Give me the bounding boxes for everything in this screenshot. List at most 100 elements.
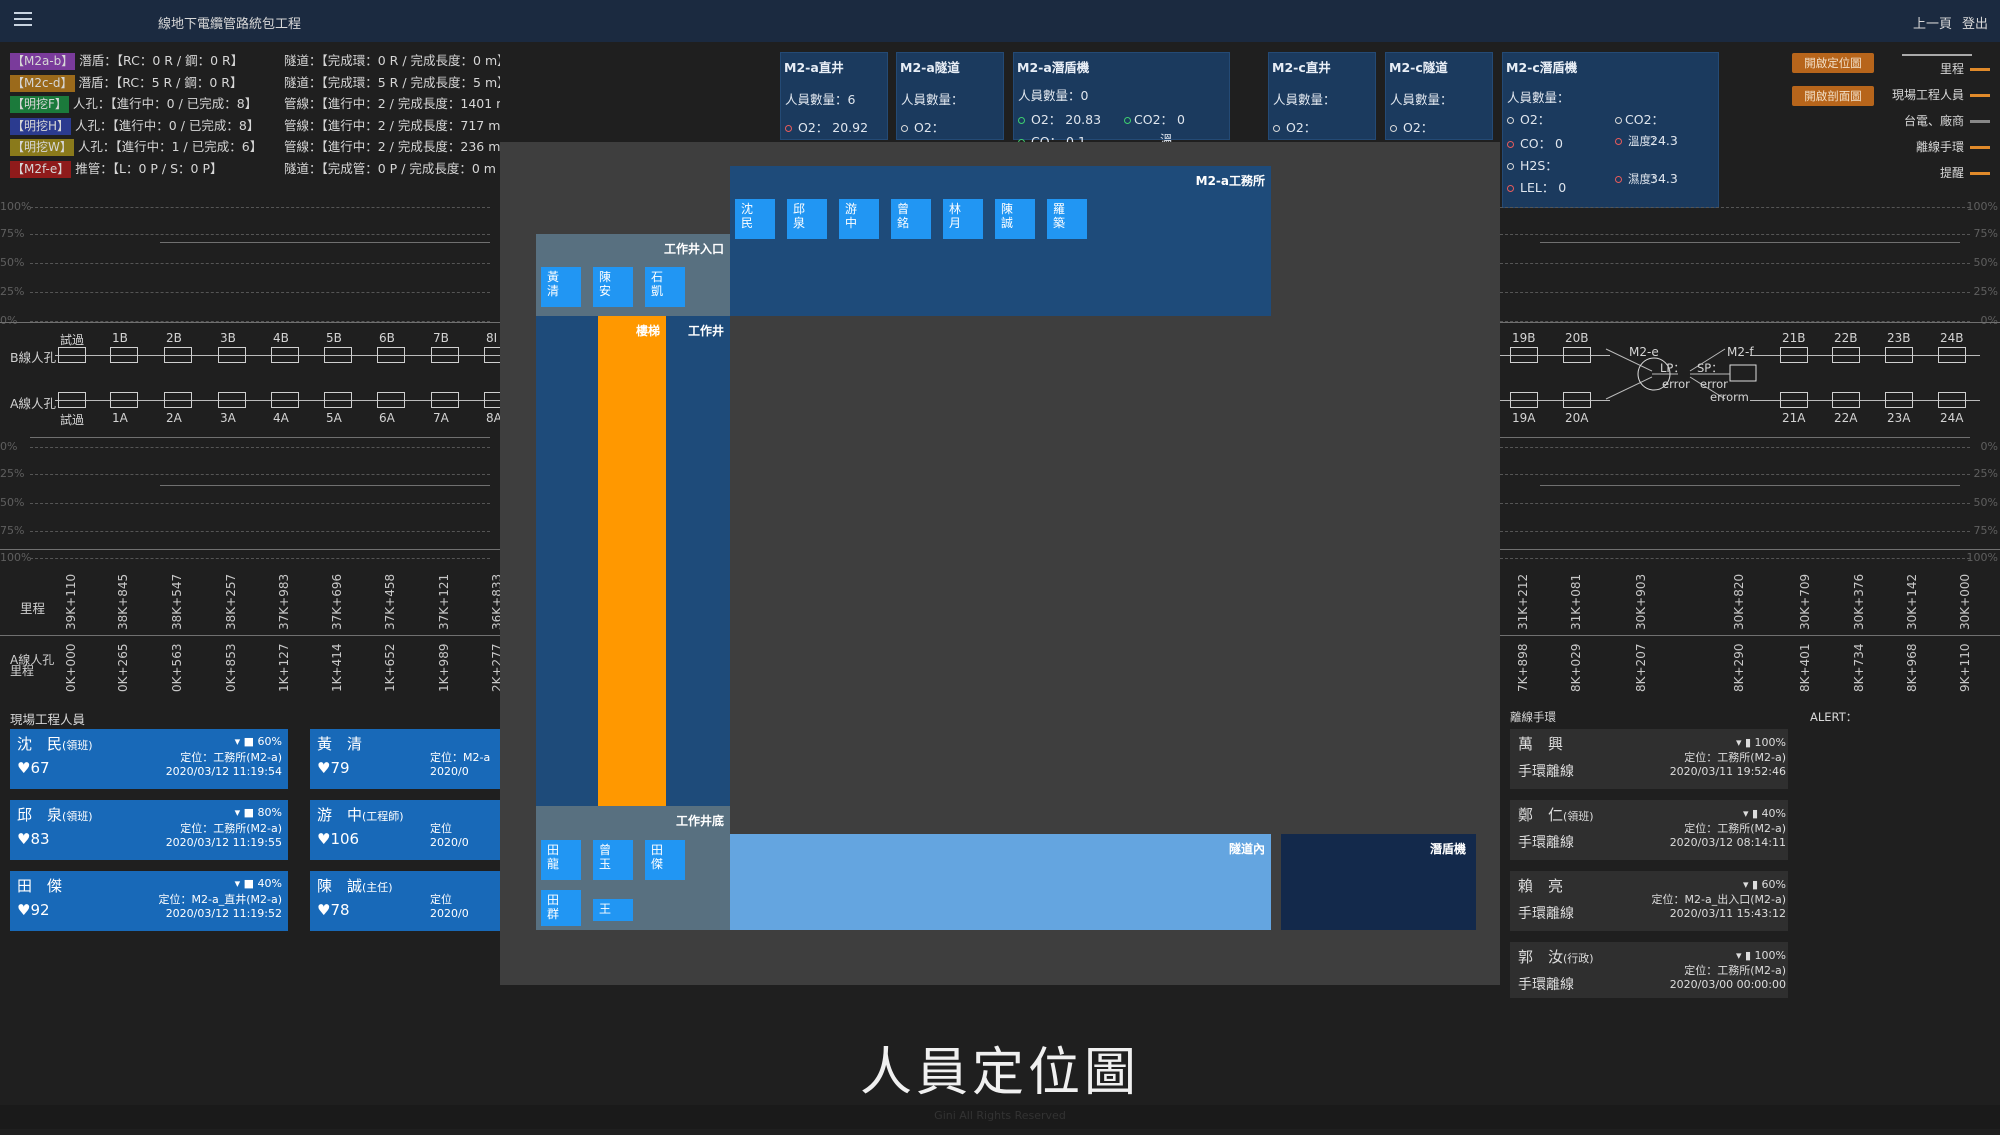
person-chip[interactable]: 黃清 bbox=[541, 267, 581, 307]
person-chip[interactable]: 邱泉 bbox=[787, 199, 827, 239]
zone-shaft-bottom[interactable]: 工作井底 田龍曾玉田傑田群王 bbox=[536, 806, 730, 930]
open-section-view-button[interactable]: 開啟剖面圖 bbox=[1792, 86, 1874, 106]
status-tag: 【M2f-e】 bbox=[10, 160, 72, 178]
manhole-b[interactable] bbox=[218, 347, 246, 363]
mileage-bottom: 1K+127 bbox=[277, 643, 291, 692]
humidity-reading: 濕度：34.3 bbox=[1615, 171, 1715, 186]
location-text: 定位：工務所(M2-a) bbox=[180, 751, 282, 764]
offline-card[interactable]: 鄭 仁(領班) ▾ ▮ 40% 手環離線 定位：工務所(M2-a) 2020/03/12… bbox=[1510, 800, 1788, 860]
zone-shaft-label: 工作井 bbox=[687, 324, 724, 338]
person-chip[interactable]: 游中 bbox=[839, 199, 879, 239]
manhole-b[interactable] bbox=[271, 347, 299, 363]
pct-label: 0% bbox=[0, 440, 18, 453]
offline-name: 賴 亮 bbox=[1518, 875, 1563, 896]
manhole-a[interactable] bbox=[324, 392, 352, 408]
grid-line bbox=[1500, 447, 1970, 448]
staff-card[interactable]: 田 傑 ▾ ■ 40% ♥92 定位：M2-a_直井(M2-a) 2020/03/12 … bbox=[10, 871, 288, 931]
staff-card[interactable]: 邱 泉(領班) ▾ ■ 80% ♥83 定位：工務所(M2-a) 2020/03/12 … bbox=[10, 800, 288, 860]
manhole-b-label: 1B bbox=[112, 331, 128, 345]
manhole-a[interactable] bbox=[377, 392, 405, 408]
battery-indicator: ▾ ■ 40% bbox=[234, 877, 282, 890]
person-name-1: 邱 bbox=[793, 202, 806, 216]
mileage-top: 38K+257 bbox=[224, 573, 238, 630]
offline-card[interactable]: 賴 亮 ▾ ▮ 60% 手環離線 定位：M2-a_出入口(M2-a) 2020/03/1… bbox=[1510, 871, 1788, 931]
pct-label: 0% bbox=[1980, 440, 1998, 453]
zone-stairs[interactable]: 樓梯 bbox=[598, 316, 666, 806]
manhole-a-label: 22A bbox=[1834, 411, 1858, 425]
zone-tunnel[interactable]: 隧道內 bbox=[730, 834, 1271, 930]
person-chip[interactable]: 王 bbox=[593, 899, 633, 921]
manhole-a[interactable] bbox=[164, 392, 192, 408]
offline-card[interactable]: 郭 汝(行政) ▾ ▮ 100% 手環離線 定位：工務所(M2-a) 2020/03/0… bbox=[1510, 942, 1788, 998]
person-chip[interactable]: 石凱 bbox=[645, 267, 685, 307]
prev-page-link[interactable]: 上一頁 bbox=[1913, 13, 1952, 32]
manhole-b[interactable] bbox=[1510, 347, 1538, 363]
person-chip[interactable]: 曾銘 bbox=[891, 199, 931, 239]
manhole-b[interactable] bbox=[324, 347, 352, 363]
manhole-b[interactable] bbox=[164, 347, 192, 363]
person-chip[interactable]: 沈民 bbox=[735, 199, 775, 239]
manhole-b[interactable] bbox=[110, 347, 138, 363]
manhole-b[interactable] bbox=[1563, 347, 1591, 363]
manhole-a[interactable] bbox=[1510, 392, 1538, 408]
manhole-a-label: 6A bbox=[379, 411, 395, 425]
person-name-2: 清 bbox=[547, 284, 560, 298]
person-chip[interactable]: 羅築 bbox=[1047, 199, 1087, 239]
person-chip[interactable]: 田傑 bbox=[645, 840, 685, 880]
person-chip[interactable]: 陳安 bbox=[593, 267, 633, 307]
manhole-b[interactable] bbox=[431, 347, 459, 363]
manhole-a[interactable] bbox=[1832, 392, 1860, 408]
staff-location: 定位：M2-a 2020/0 bbox=[430, 751, 490, 779]
staff-card[interactable]: 游 中(工程師) ♥106 定位 2020/0 bbox=[310, 800, 500, 860]
axis-line bbox=[1500, 322, 2000, 323]
co2-reading: CO2： bbox=[1615, 109, 1664, 128]
manhole-a-label: 3A bbox=[220, 411, 236, 425]
manhole-a[interactable] bbox=[218, 392, 246, 408]
manhole-b[interactable] bbox=[1938, 347, 1966, 363]
manhole-a[interactable] bbox=[1563, 392, 1591, 408]
open-location-map-button[interactable]: 開啟定位圖 bbox=[1792, 53, 1874, 73]
manhole-b[interactable] bbox=[1832, 347, 1860, 363]
manhole-b[interactable] bbox=[377, 347, 405, 363]
pct-label: 50% bbox=[1973, 496, 1998, 509]
manhole-a[interactable] bbox=[110, 392, 138, 408]
person-chip[interactable]: 林月 bbox=[943, 199, 983, 239]
person-chip[interactable]: 田龍 bbox=[541, 840, 581, 880]
o2-reading: O2： 20.83 bbox=[1018, 109, 1101, 128]
legend-swatch bbox=[1970, 146, 1990, 149]
person-chip[interactable]: 陳誠 bbox=[995, 199, 1035, 239]
manhole-b[interactable] bbox=[1885, 347, 1913, 363]
person-chip[interactable]: 曾玉 bbox=[593, 840, 633, 880]
staff-card[interactable]: 陳 誠(主任) ♥78 定位 2020/0 bbox=[310, 871, 500, 931]
legend-label: 現場工程人員 bbox=[1891, 88, 1964, 102]
mileage-bottom: 1K+652 bbox=[383, 643, 397, 692]
manhole-b[interactable] bbox=[58, 347, 86, 363]
offline-card[interactable]: 萬 興 ▾ ▮ 100% 手環離線 定位：工務所(M2-a) 2020/03/11 19… bbox=[1510, 729, 1788, 789]
grid-line bbox=[30, 474, 490, 475]
sp-label: SP： bbox=[1697, 361, 1723, 375]
zone-entrance[interactable]: 工作井入口 黃清陳安石凱 bbox=[536, 234, 730, 316]
env-panel-m2a-shaft: M2-a直井 人員數量：6 O2： 20.92 bbox=[780, 52, 888, 140]
pct-label: 75% bbox=[0, 227, 25, 240]
logout-link[interactable]: 登出 bbox=[1962, 13, 1988, 32]
menu-icon[interactable] bbox=[14, 12, 32, 28]
app-title: 線地下電纜管路統包工程 bbox=[158, 17, 302, 32]
zone-tbm[interactable]: 潛盾機 bbox=[1281, 834, 1476, 930]
person-name-2: 龍 bbox=[547, 857, 560, 871]
staff-name-text: 邱 泉 bbox=[17, 806, 63, 824]
person-chip[interactable]: 田群 bbox=[541, 890, 581, 926]
person-name-2: 群 bbox=[547, 907, 560, 921]
manhole-a[interactable] bbox=[271, 392, 299, 408]
staff-card[interactable]: 沈 民(領班) ▾ ■ 60% ♥67 定位：工務所(M2-a) 2020/03/12 … bbox=[10, 729, 288, 789]
manhole-a[interactable] bbox=[431, 392, 459, 408]
manhole-a[interactable] bbox=[1938, 392, 1966, 408]
status-text: 潛盾：【RC：0 R / 鋼：0 R】 bbox=[79, 53, 244, 68]
staff-card[interactable]: 黃 清 ♥79 定位：M2-a 2020/0 bbox=[310, 729, 500, 789]
manhole-a[interactable] bbox=[58, 392, 86, 408]
manhole-a[interactable] bbox=[1885, 392, 1913, 408]
zone-office[interactable]: M2-a工務所 沈民邱泉游中曾銘林月陳誠羅築 bbox=[730, 166, 1271, 316]
status-text: 潛盾：【RC：5 R / 鋼：0 R】 bbox=[78, 74, 243, 90]
status-detail-row: 隧道：【完成環：0 R / 完成長度：0 m】 bbox=[284, 53, 500, 68]
location-time: 2020/0 bbox=[430, 907, 469, 920]
offline-name: 鄭 仁(領班) bbox=[1518, 804, 1594, 825]
